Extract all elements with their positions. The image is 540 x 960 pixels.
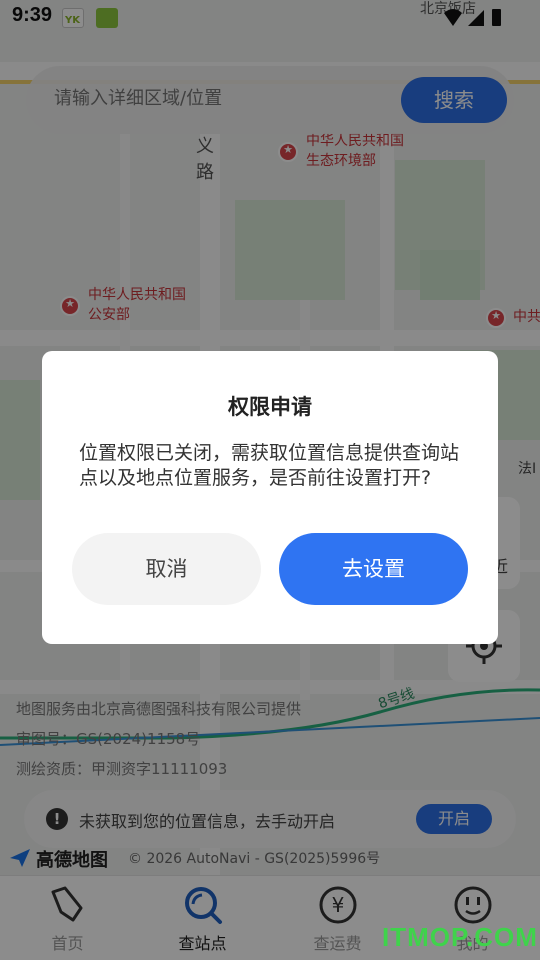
permission-dialog: 权限申请 位置权限已关闭，需获取位置信息提供查询站点以及地点位置服务，是否前往设… — [42, 351, 498, 644]
dialog-message: 位置权限已关闭，需获取位置信息提供查询站点以及地点位置服务，是否前往设置打开? — [79, 442, 460, 489]
dialog-title: 权限申请 — [228, 395, 312, 419]
go-settings-button[interactable]: 去设置 — [279, 533, 468, 605]
cancel-button[interactable]: 取消 — [72, 533, 261, 605]
watermark: ITMOP.COM — [382, 922, 538, 952]
